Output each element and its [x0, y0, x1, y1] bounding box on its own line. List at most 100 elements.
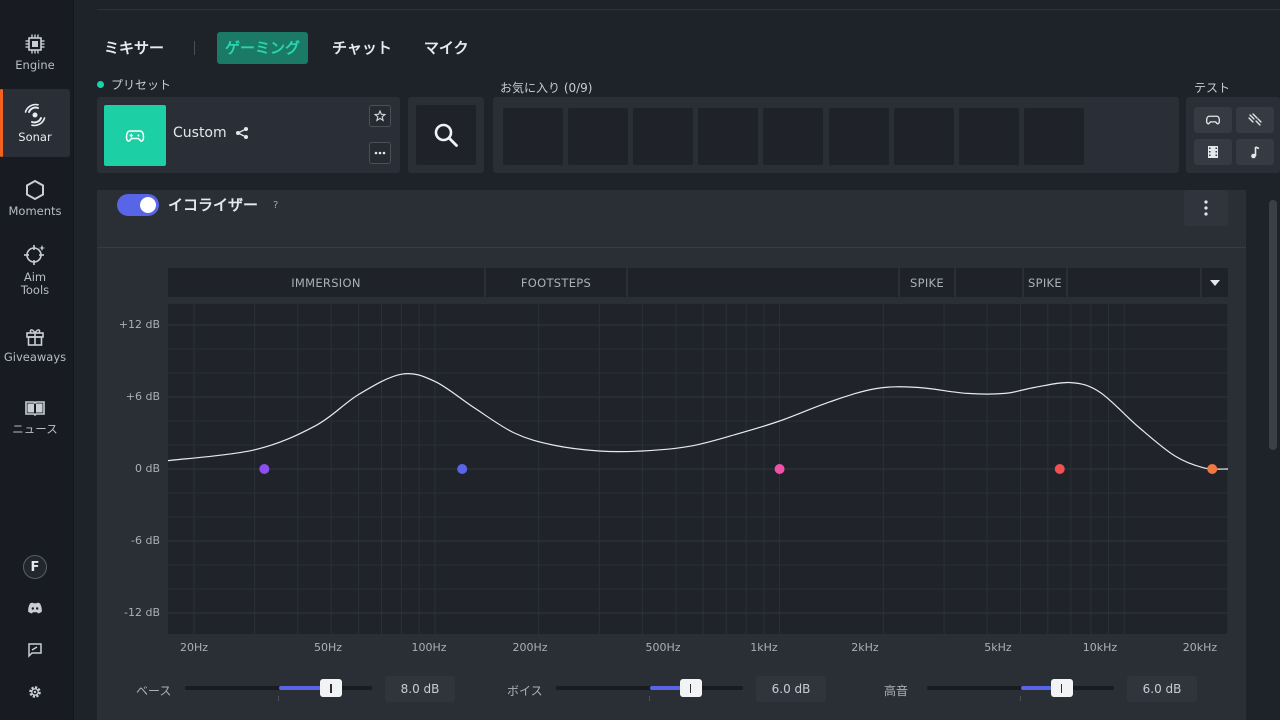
y-axis-label: +12 dB	[118, 318, 160, 331]
gamepad-icon	[1205, 115, 1221, 125]
y-axis-label: -12 dB	[124, 606, 160, 619]
treble-value[interactable]: 6.0 dB	[1127, 676, 1197, 702]
favorite-slot[interactable]	[894, 108, 954, 165]
sidebar-item-sonar[interactable]: Sonar	[0, 89, 70, 157]
eq-graph-canvas	[167, 304, 1229, 634]
sidebar-item-label: Moments	[8, 203, 62, 218]
band-label[interactable]	[628, 268, 898, 297]
slider-thumb[interactable]	[679, 679, 702, 697]
x-axis-label: 20Hz	[179, 641, 209, 654]
sidebar-item-moments[interactable]: Moments	[0, 176, 70, 220]
test-shots-button[interactable]	[1236, 107, 1274, 133]
preset-search	[408, 97, 484, 173]
discord-icon[interactable]	[27, 602, 43, 614]
hexagon-icon	[26, 179, 44, 200]
band-label[interactable]	[956, 268, 1022, 297]
chip-icon	[25, 34, 45, 53]
preset-card[interactable]: Custom	[97, 97, 400, 173]
band-label[interactable]: SPIKE	[1024, 268, 1066, 297]
channel-tabs: ミキサー ゲーミング チャット マイク	[96, 32, 477, 64]
shots-icon	[1248, 113, 1262, 126]
treble-label: 高音	[884, 684, 909, 698]
band-label[interactable]: IMMERSION	[168, 268, 484, 297]
x-axis-label: 50Hz	[313, 641, 343, 654]
y-axis-label: 0 dB	[134, 462, 160, 475]
band-dropdown-button[interactable]	[1202, 268, 1228, 297]
favorite-button[interactable]	[369, 105, 391, 127]
sidebar-item-news[interactable]: ニュース	[0, 394, 70, 438]
help-icon[interactable]: ?	[273, 200, 278, 211]
preset-more-button[interactable]	[369, 142, 391, 164]
slider-center-tick	[278, 696, 279, 701]
voice-value[interactable]: 6.0 dB	[756, 676, 826, 702]
share-icon[interactable]	[235, 126, 249, 140]
test-label: テスト	[1194, 81, 1231, 95]
eq-band-handle[interactable]	[1207, 464, 1218, 474]
feedback-icon[interactable]	[27, 642, 43, 658]
avatar[interactable]: F	[23, 555, 47, 579]
eq-band-handle[interactable]	[774, 464, 785, 474]
y-axis-label: +6 dB	[125, 390, 160, 403]
slider-center-tick	[1020, 696, 1021, 701]
scrollbar[interactable]	[1269, 200, 1277, 450]
x-axis-label: 10kHz	[1082, 641, 1118, 654]
sidebar-item-label: Aim Tools	[20, 270, 50, 297]
tab-mixer[interactable]: ミキサー	[96, 32, 172, 64]
preset-search-button[interactable]	[416, 105, 476, 165]
tab-chat[interactable]: チャット	[324, 32, 400, 64]
x-axis-label: 2kHz	[851, 641, 879, 654]
caret-down-icon	[1210, 279, 1220, 286]
tab-mic[interactable]: マイク	[416, 32, 477, 64]
settings-icon[interactable]	[27, 684, 43, 700]
gift-icon	[26, 328, 44, 346]
sidebar-item-engine[interactable]: Engine	[0, 30, 70, 74]
bass-slider[interactable]	[185, 679, 372, 701]
top-divider	[97, 9, 1280, 10]
music-icon	[1251, 146, 1260, 159]
favorites-bar	[493, 97, 1179, 173]
gamepad-icon	[125, 129, 145, 142]
bass-label: ベース	[136, 684, 172, 698]
x-axis-label: 500Hz	[645, 641, 681, 654]
band-label[interactable]: SPIKE	[900, 268, 954, 297]
slider-thumb[interactable]	[319, 679, 342, 697]
favorite-slot[interactable]	[633, 108, 693, 165]
sidebar-item-giveaways[interactable]: Giveaways	[0, 322, 70, 366]
voice-slider[interactable]	[556, 679, 743, 701]
eq-band-handle[interactable]	[1054, 464, 1065, 474]
preset-name-text: Custom	[173, 125, 227, 141]
band-label[interactable]: FOOTSTEPS	[486, 268, 626, 297]
y-axis-label: -6 dB	[131, 534, 160, 547]
search-icon	[434, 123, 458, 147]
favorite-slot[interactable]	[959, 108, 1019, 165]
bass-value[interactable]: 8.0 dB	[385, 676, 455, 702]
favorite-slot[interactable]	[763, 108, 823, 165]
slider-thumb[interactable]	[1050, 679, 1073, 697]
favorite-slot[interactable]	[698, 108, 758, 165]
favorite-slot[interactable]	[829, 108, 889, 165]
equalizer-header: イコライザー ?	[97, 190, 1246, 248]
treble-slider[interactable]	[927, 679, 1114, 701]
favorite-slot[interactable]	[1024, 108, 1084, 165]
sidebar-item-label: Giveaways	[3, 349, 67, 364]
book-icon	[25, 400, 45, 416]
favorite-slot[interactable]	[503, 108, 563, 165]
test-game-button[interactable]	[1194, 107, 1232, 133]
test-movie-button[interactable]	[1194, 139, 1232, 165]
band-label[interactable]	[1068, 268, 1200, 297]
favorite-slot[interactable]	[568, 108, 628, 165]
eq-band-handle[interactable]	[457, 464, 468, 474]
equalizer-menu-button[interactable]	[1184, 190, 1228, 226]
test-panel	[1186, 97, 1280, 173]
equalizer-toggle[interactable]	[117, 194, 159, 216]
equalizer-title: イコライザー	[168, 196, 259, 214]
favorites-label: お気に入り (0/9)	[500, 81, 593, 95]
test-music-button[interactable]	[1236, 139, 1274, 165]
sidebar-item-aim-tools[interactable]: Aim Tools	[0, 242, 70, 298]
eq-graph[interactable]	[167, 304, 1229, 634]
eq-band-handle[interactable]	[259, 464, 270, 474]
voice-label: ボイス	[507, 684, 543, 698]
preset-thumbnail	[104, 105, 166, 166]
tab-gaming[interactable]: ゲーミング	[217, 32, 309, 64]
preset-heading: プリセット	[97, 76, 171, 93]
